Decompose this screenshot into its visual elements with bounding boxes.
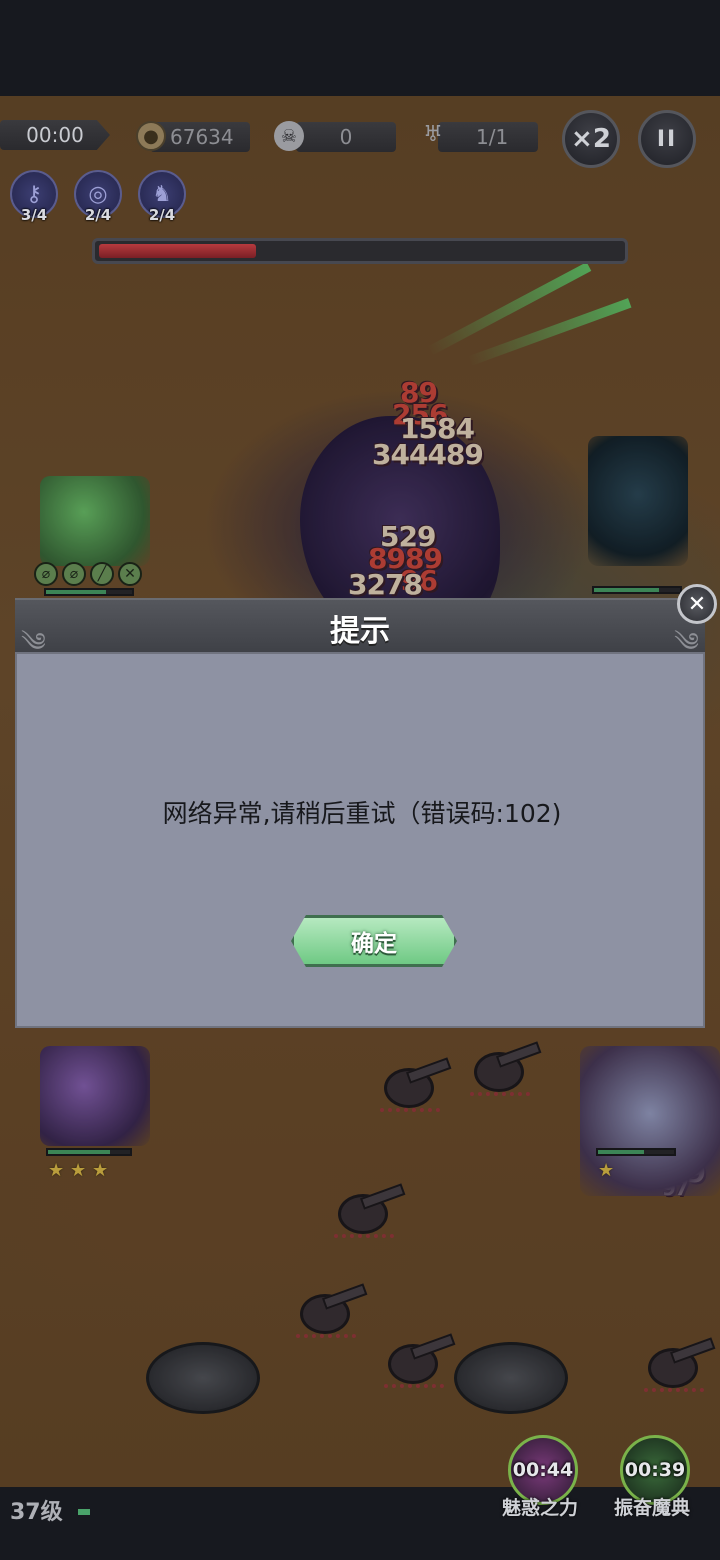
battle-timer: 00:00 [0, 120, 110, 150]
pause-button[interactable]: II [638, 110, 696, 168]
player-level: 37级 [10, 1500, 63, 1525]
slot-count: 3/4 [20, 206, 48, 224]
level-progress-bar [78, 1509, 90, 1515]
skill-tome-name: 振奋魔典 [614, 1497, 691, 1519]
boss-hp-fill [99, 244, 256, 258]
status-bar-area [0, 0, 720, 96]
slot-count: 2/4 [148, 206, 176, 224]
alert-dialog: ༄ 提示 ༄ 网络异常,请稍后重试（错误码:102) 确定 [15, 598, 705, 1028]
close-icon[interactable]: ✕ [677, 584, 717, 624]
skill-charm-name: 魅惑之力 [502, 1497, 579, 1519]
kill-counter: 0 [296, 122, 396, 152]
wave-counter: 1/1 [438, 122, 538, 152]
speed-x2-button[interactable]: ×2 [562, 110, 620, 168]
dialog-body: 网络异常,请稍后重试（错误码:102) [15, 652, 705, 1028]
bottom-bar [0, 1487, 720, 1560]
dialog-title: 提示 [330, 614, 390, 649]
slot-count: 2/4 [84, 206, 112, 224]
demon-head-icon: ♅ [423, 121, 443, 147]
coin-value: 67634 [170, 125, 234, 149]
skull-icon: ☠ [274, 121, 304, 151]
dialog-header: ༄ 提示 ༄ [15, 598, 705, 658]
coin-icon: ● [136, 121, 166, 151]
boss-hp-bar [92, 238, 628, 264]
confirm-button[interactable]: 确定 [291, 915, 457, 967]
error-message: 网络异常,请稍后重试（错误码:102) [162, 799, 562, 828]
